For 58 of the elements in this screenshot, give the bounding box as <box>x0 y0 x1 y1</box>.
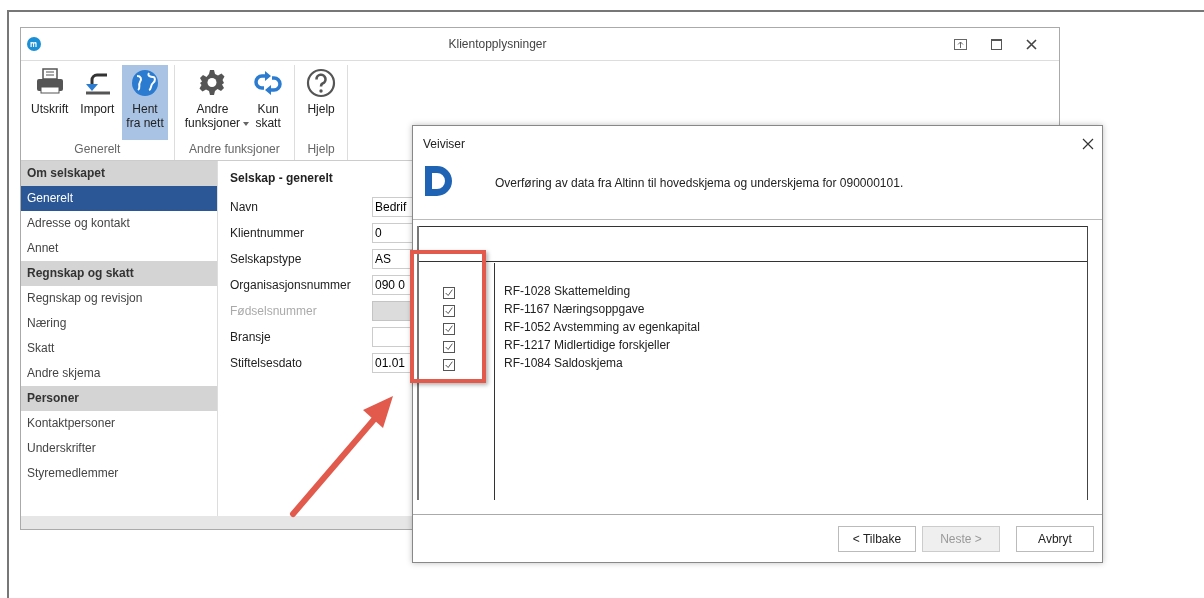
sidebar-item[interactable]: Generelt <box>21 186 217 211</box>
row-label: RF-1028 Skattemelding <box>504 283 632 300</box>
field-label: Organisasjonsnummer <box>230 276 352 294</box>
pin-window-icon[interactable] <box>954 38 967 50</box>
sidebar-item[interactable]: Annet <box>21 236 217 261</box>
input-field[interactable] <box>372 326 412 347</box>
dialog-message: Overføring av data fra Altinn til hovedskjema og underskjema for 090000101. <box>495 175 904 192</box>
close-icon[interactable] <box>1026 38 1037 50</box>
logo-icon <box>425 166 455 196</box>
field-label: Fødselsnummer <box>230 302 318 320</box>
field-label: Bransje <box>230 328 272 346</box>
ribbon-button[interactable]: Hent fra nett <box>122 65 168 140</box>
row-label: RF-1167 Næringsoppgave <box>504 301 646 318</box>
sidebar-item[interactable]: Adresse og kontakt <box>21 211 217 236</box>
dialog-title: Veiviser <box>423 136 466 153</box>
checkbox[interactable] <box>443 341 455 353</box>
input-field[interactable]: 0 <box>372 222 412 243</box>
sidebar-item[interactable]: Skatt <box>21 336 217 361</box>
window-title: Klientopplysninger <box>447 36 548 53</box>
input-field[interactable]: Bedrif <box>372 196 412 217</box>
field-label: Selskapstype <box>230 250 303 268</box>
sidebar-item[interactable]: Underskrifter <box>21 436 217 461</box>
sidebar-section-header: Personer <box>21 386 217 411</box>
ribbon-button[interactable]: Import <box>76 65 119 140</box>
field-label: Navn <box>230 198 259 216</box>
checkbox[interactable] <box>443 287 455 299</box>
field-label: Stiftelsesdato <box>230 354 304 372</box>
close-icon[interactable] <box>1082 138 1094 150</box>
checkbox[interactable] <box>443 305 455 317</box>
ribbon-button[interactable]: Hjelp <box>301 65 342 140</box>
input-field[interactable]: 01.01 <box>372 352 412 373</box>
field-label: Klientnummer <box>230 224 306 242</box>
ribbon-group-label: Generelt <box>73 141 122 158</box>
sidebar-section-header: Om selskapet <box>21 161 217 186</box>
ribbon-group-label: Andre funksjoner <box>188 141 281 158</box>
ribbon-button[interactable]: Utskrift <box>27 65 73 140</box>
ribbon-button[interactable]: Kun skatt <box>248 65 289 140</box>
sidebar-item[interactable]: Andre skjema <box>21 361 217 386</box>
ribbon-group-label: Hjelp <box>306 141 336 158</box>
ribbon-button[interactable]: Andre funksjoner <box>180 65 245 140</box>
sidebar-item[interactable]: Næring <box>21 311 217 336</box>
row-label: RF-1052 Avstemming av egenkapital <box>504 319 700 336</box>
maximize-icon[interactable] <box>991 38 1002 50</box>
input-field[interactable]: AS <box>372 248 412 269</box>
checkbox[interactable] <box>443 359 455 371</box>
checkbox[interactable] <box>443 323 455 335</box>
sidebar-section-header: Regnskap og skatt <box>21 261 217 286</box>
app-logo-icon <box>27 37 41 51</box>
dialog-button[interactable]: Avbryt <box>1016 525 1094 552</box>
dialog-button[interactable]: < Tilbake <box>838 525 916 552</box>
sidebar-item[interactable]: Regnskap og revisjon <box>21 286 217 311</box>
sidebar-item[interactable]: Kontaktpersoner <box>21 411 217 436</box>
sidebar-item[interactable]: Styremedlemmer <box>21 461 217 486</box>
row-label: RF-1084 Saldoskjema <box>504 355 624 372</box>
row-label: RF-1217 Midlertidige forskjeller <box>504 337 672 354</box>
help-icon <box>305 67 338 99</box>
input-field[interactable]: 090 0 <box>372 274 412 295</box>
form-title: Selskap - generelt <box>230 170 334 187</box>
